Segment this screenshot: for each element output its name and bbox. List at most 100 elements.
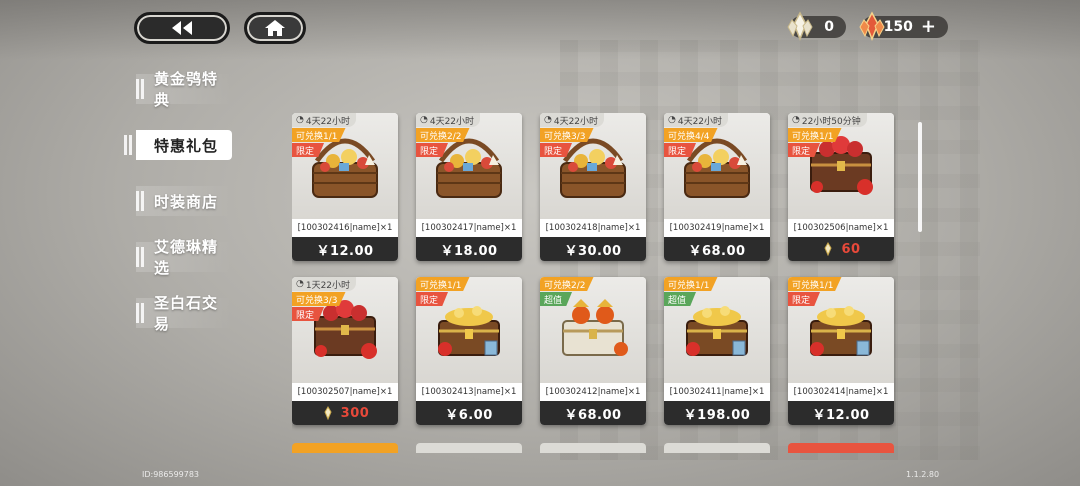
product-card[interactable]: ◔ 4天22小时 可兑换1/1 限定 [100302416|name]×1 ￥12.00 [292,113,398,261]
product-card[interactable]: 可兑换1/1 限定 [100302413|name]×1 ￥6.00 [416,277,522,425]
buy-price-button[interactable]: ￥68.00 [540,401,646,425]
sidebar-item-label: 特惠礼包 [154,136,219,155]
version-label: 1.1.2.80 [906,470,940,479]
clock-icon: ◔ [420,115,428,125]
buy-price-button[interactable]: ￥6.00 [416,401,522,425]
clock-icon: ◔ [296,279,304,289]
white-stone-icon [324,406,332,420]
price-value: ￥6.00 [445,407,493,423]
product-name: [100302411|name]×1 [664,383,770,401]
clock-icon: ◔ [296,115,304,125]
sidebar-item-label: 时装商店 [154,192,219,211]
buy-price-button[interactable]: ￥12.00 [292,237,398,261]
price-value: ￥18.00 [440,243,498,259]
countdown-timer: ◔ 4天22小时 [292,113,357,127]
buy-price-button[interactable]: 60 [788,237,894,261]
countdown-timer: ◔ 4天22小时 [416,113,481,127]
price-value: 300 [340,405,370,421]
back-button[interactable] [134,12,230,44]
product-card-partial[interactable] [540,443,646,453]
purchase-limit-badge: 可兑换1/1 [788,128,842,142]
product-name: [100302412|name]×1 [540,383,646,401]
clock-icon: ◔ [792,115,800,125]
price-value: ￥12.00 [316,243,374,259]
countdown-timer: ◔ 1天22小时 [292,277,357,291]
product-card[interactable]: ◔ 4天22小时 可兑换3/3 限定 [100302418|name]×1 ￥30.00 [540,113,646,261]
sidebar-item-fashion-shop[interactable]: 时装商店 [136,186,232,216]
double-chevron-left-icon [172,21,192,35]
product-name: [100302419|name]×1 [664,219,770,237]
purchase-limit-badge: 可兑换3/3 [292,292,346,306]
countdown-timer: ◔ 4天22小时 [664,113,729,127]
buy-price-button[interactable]: ￥18.00 [416,237,522,261]
add-currency-button[interactable]: + [921,18,936,36]
white-crystal-icon [787,11,813,42]
price-value: ￥198.00 [683,407,751,423]
red-crystal-value: 150 [883,19,913,35]
product-card[interactable]: 可兑换1/1 限定 [100302414|name]×1 ￥12.00 [788,277,894,425]
product-card-partial[interactable] [292,443,398,453]
countdown-text: 4天22小时 [305,116,351,127]
price-value: 60 [841,241,861,257]
product-name: [100302413|name]×1 [416,383,522,401]
product-name: [100302506|name]×1 [788,219,894,237]
price-value: ￥68.00 [564,407,622,423]
home-icon [265,20,285,36]
purchase-limit-badge: 可兑换1/1 [664,277,718,291]
product-name: [100302417|name]×1 [416,219,522,237]
product-card[interactable]: ◔ 4天22小时 可兑换4/4 限定 [100302419|name]×1 ￥68.00 [664,113,770,261]
purchase-limit-badge: 可兑换1/1 [788,277,842,291]
purchase-limit-badge: 可兑换2/2 [540,277,594,291]
sidebar-item-label: 圣白石交易 [154,294,219,333]
purchase-limit-badge: 可兑换2/2 [416,128,470,142]
sidebar-item-special-pack[interactable]: 特惠礼包 [124,130,232,160]
sidebar-item-white-stone-trade[interactable]: 圣白石交易 [136,294,232,333]
product-card[interactable]: ◔ 1天22小时 可兑换3/3 限定 [100302507|name]×1 300 [292,277,398,425]
grid-scrollbar[interactable] [918,122,922,232]
sidebar-item-label: 黄金鸮特典 [154,70,219,109]
buy-price-button[interactable]: ￥12.00 [788,401,894,425]
price-value: ￥12.00 [812,407,870,423]
product-card-partial[interactable] [416,443,522,453]
product-card-partial[interactable] [788,443,894,453]
product-name: [100302416|name]×1 [292,219,398,237]
buy-price-button[interactable]: ￥30.00 [540,237,646,261]
product-card[interactable]: 可兑换2/2 超值 [100302412|name]×1 ￥68.00 [540,277,646,425]
countdown-text: 1天22小时 [305,280,351,291]
countdown-text: 4天22小时 [553,116,599,127]
red-crystal-counter[interactable]: 150 + [859,11,948,42]
sidebar-item-label: 艾德琳精选 [154,238,219,277]
product-name: [100302507|name]×1 [292,383,398,401]
purchase-limit-badge: 可兑换1/1 [292,128,346,142]
buy-price-button[interactable]: ￥198.00 [664,401,770,425]
product-card[interactable]: ◔ 4天22小时 可兑换2/2 限定 [100302417|name]×1 ￥18.00 [416,113,522,261]
product-grid: ◔ 4天22小时 可兑换1/1 限定 [100302416|name]×1 ￥12.00 ◔… [292,113,896,453]
purchase-limit-badge: 可兑换4/4 [664,128,718,142]
white-crystal-counter[interactable]: 0 [787,11,846,42]
product-card[interactable]: 可兑换1/1 超值 [100302411|name]×1 ￥198.00 [664,277,770,425]
sidebar-item-adeline-select[interactable]: 艾德琳精选 [136,238,232,277]
product-name: [100302414|name]×1 [788,383,894,401]
price-value: ￥30.00 [564,243,622,259]
countdown-text: 4天22小时 [677,116,723,127]
purchase-limit-badge: 可兑换3/3 [540,128,594,142]
buy-price-button[interactable]: 300 [292,401,398,425]
price-value: ￥68.00 [688,243,746,259]
player-id: ID:986599783 [142,470,200,479]
countdown-text: 22小时50分钟 [801,116,861,127]
sidebar-item-golden-owl[interactable]: 黄金鸮特典 [136,70,232,109]
purchase-limit-badge: 可兑换1/1 [416,277,470,291]
product-card-partial[interactable] [664,443,770,453]
red-crystal-icon [859,11,885,42]
countdown-timer: ◔ 4天22小时 [540,113,605,127]
countdown-text: 4天22小时 [429,116,475,127]
white-stone-icon [824,242,833,256]
product-card[interactable]: ◔ 22小时50分钟 可兑换1/1 限定 [100302506|name]×1 60 [788,113,894,261]
countdown-timer: ◔ 22小时50分钟 [788,113,867,127]
white-crystal-value: 0 [824,19,834,35]
clock-icon: ◔ [544,115,552,125]
product-name: [100302418|name]×1 [540,219,646,237]
home-button[interactable] [244,12,306,44]
buy-price-button[interactable]: ￥68.00 [664,237,770,261]
clock-icon: ◔ [668,115,676,125]
